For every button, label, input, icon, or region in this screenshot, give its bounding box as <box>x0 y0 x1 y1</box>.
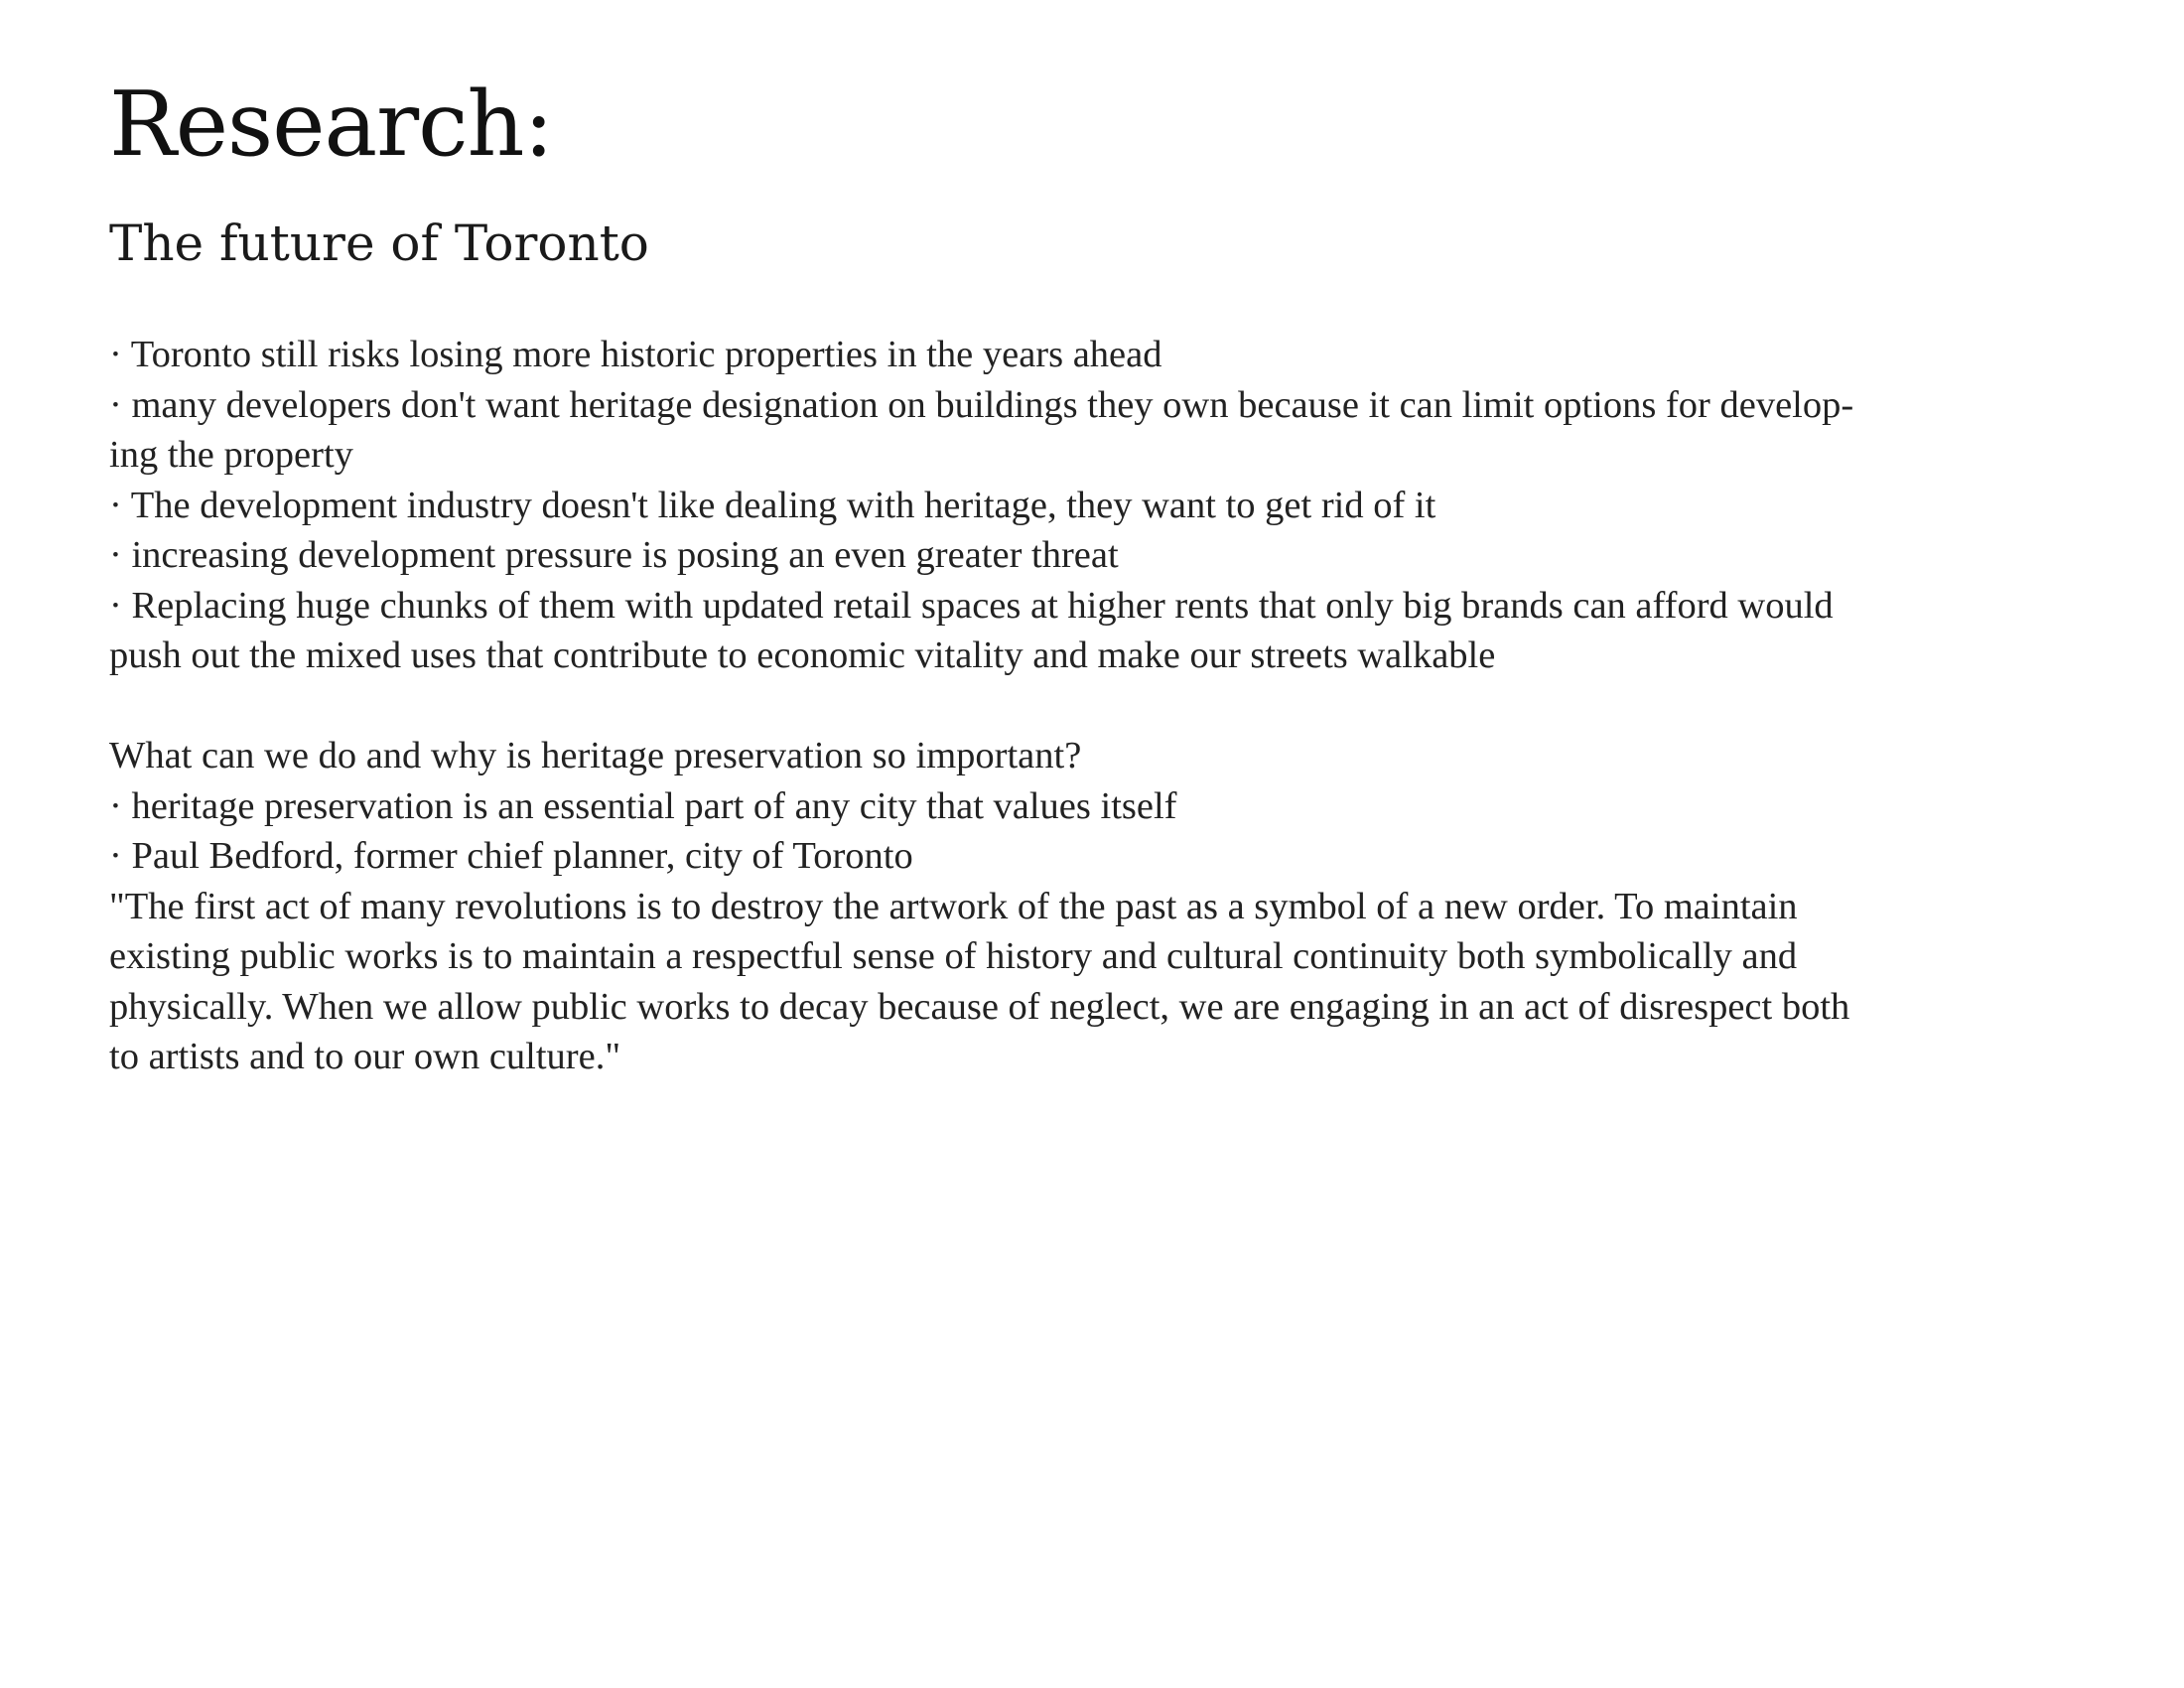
bullet-paul-bedford: · Paul Bedford, former chief planner, ci… <box>109 835 913 877</box>
page-subtitle: The future of Toronto <box>109 214 649 272</box>
bullet-development-pressure: · increasing development pressure is pos… <box>109 534 1119 576</box>
quote-line: existing public works is to maintain a r… <box>109 935 1798 977</box>
bullet-retail-replacement: · Replacing huge chunks of them with upd… <box>109 584 1834 627</box>
document-page: Research: The future of Toronto · Toront… <box>0 0 2184 1688</box>
quote-line: physically. When we allow public works t… <box>109 985 1850 1028</box>
bullet-industry-heritage: · The development industry doesn't like … <box>109 484 1436 526</box>
page-title: Research: <box>109 72 554 177</box>
bullet-developers-designation: · many developers don't want heritage de… <box>109 383 1854 426</box>
bullet-retail-replacement-cont: push out the mixed uses that contribute … <box>109 634 1496 676</box>
bullet-essential-part: · heritage preservation is an essential … <box>109 784 1177 827</box>
bullet-developers-designation-cont: ing the property <box>109 434 353 476</box>
body-text: · Toronto still risks losing more histor… <box>109 330 1976 1082</box>
question-heading: What can we do and why is heritage prese… <box>109 735 1082 776</box>
quote-line: to artists and to our own culture." <box>109 1036 621 1077</box>
quote-line: "The first act of many revolutions is to… <box>109 885 1798 927</box>
bullet-losing-properties: · Toronto still risks losing more histor… <box>109 334 1162 375</box>
